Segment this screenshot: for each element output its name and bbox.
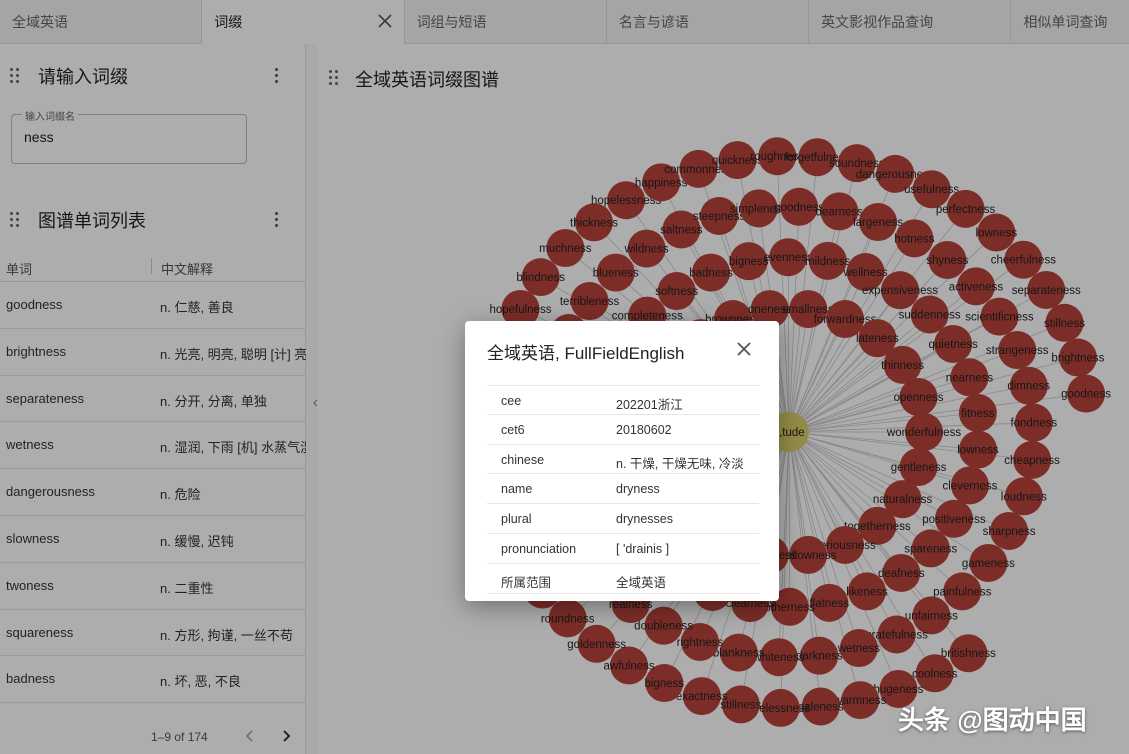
detail-value: dryness <box>616 482 660 497</box>
detail-key: pronunciation <box>501 541 577 556</box>
detail-value: n. 干燥, 干燥无味, 冷淡 <box>616 456 744 471</box>
detail-value: [ 'drainis ] <box>616 541 670 556</box>
watermark: 头条 @图动中国 <box>898 705 1087 735</box>
detail-key: cee <box>501 394 522 408</box>
detail-key: plural <box>501 512 532 527</box>
detail-key: name <box>501 482 533 497</box>
close-icon[interactable] <box>735 340 753 358</box>
dialog-title: 全域英语, FullFieldEnglish <box>487 344 685 363</box>
detail-key: 所属范围 <box>501 575 552 590</box>
detail-value: 全域英语 <box>616 575 667 590</box>
detail-value: 202201浙江 <box>616 398 683 412</box>
detail-row: cee 202201浙江 <box>487 385 759 415</box>
detail-value: drynesses <box>616 512 673 527</box>
detail-key: chinese <box>501 452 545 467</box>
detail-row: plural drynesses <box>487 504 759 534</box>
detail-row: pronunciation [ 'drainis ] <box>487 534 759 564</box>
detail-row: cet6 20180602 <box>487 415 759 445</box>
word-detail-dialog: 全域英语, FullFieldEnglish cee 202201浙江 cet6 2… <box>465 321 779 601</box>
detail-row: chinese n. 干燥, 干燥无味, 冷淡 <box>487 445 759 475</box>
detail-row: 所属范围 全域英语 <box>487 564 759 594</box>
detail-key: cet6 <box>501 422 525 437</box>
detail-row: name dryness <box>487 474 759 505</box>
detail-table: cee 202201浙江 cet6 20180602 chinese n. 干燥, 干… <box>487 385 759 594</box>
detail-value: 20180602 <box>616 422 672 437</box>
